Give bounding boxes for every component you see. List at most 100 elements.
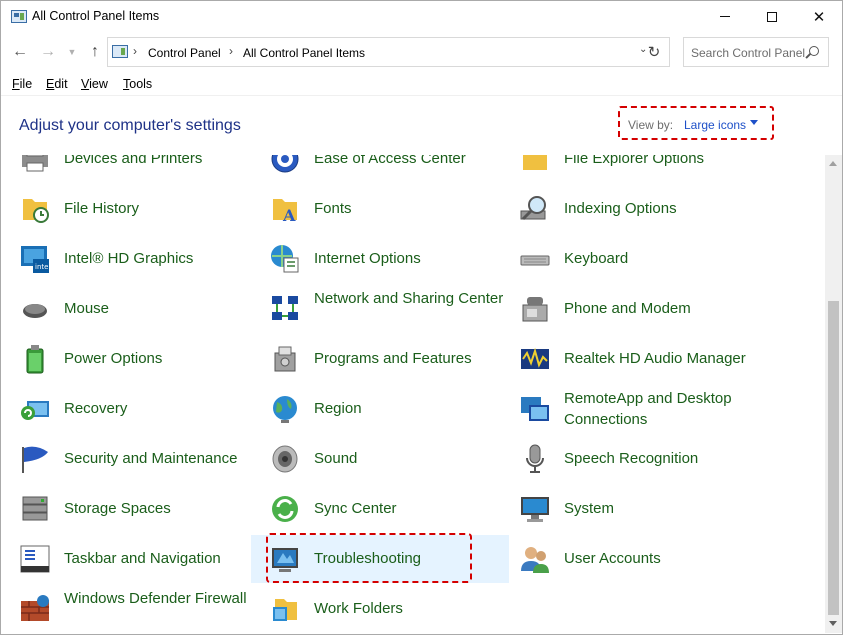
breadcrumb-separator-icon[interactable]: › — [229, 44, 233, 58]
users-icon — [521, 547, 549, 573]
item-devices-and-printers[interactable]: Devices and Printers — [1, 155, 241, 183]
search-input[interactable]: Search Control Panel — [691, 46, 805, 60]
svg-text:intel: intel — [35, 263, 50, 271]
breadcrumb-separator-icon[interactable]: › — [133, 44, 137, 58]
item-label: Programs and Features — [314, 350, 472, 367]
menu-view-label: iew — [89, 77, 108, 91]
chevron-down-icon: ▼ — [67, 47, 77, 57]
item-security-and-maintenance[interactable]: Security and Maintenance — [1, 435, 241, 483]
control-panel-icon — [112, 45, 128, 58]
item-label: Speech Recognition — [564, 450, 699, 467]
control-panel-icon — [11, 10, 27, 23]
item-sound[interactable]: Sound — [251, 435, 491, 483]
item-label: Taskbar and Navigation — [64, 550, 221, 567]
refresh-icon: ↻ — [647, 44, 661, 61]
storage-icon — [22, 496, 48, 521]
item-label: Sound — [314, 450, 358, 467]
sync-icon — [272, 496, 298, 522]
breadcrumb-control-panel[interactable]: Control Panel — [148, 46, 221, 60]
scroll-up-icon[interactable] — [829, 161, 837, 166]
item-label: Storage Spaces — [64, 500, 171, 517]
network-icon — [272, 296, 298, 320]
item-region[interactable]: Region — [251, 385, 491, 433]
item-label: Devices and Printers — [64, 155, 203, 167]
maximize-button[interactable] — [749, 1, 795, 32]
search-icon[interactable] — [809, 46, 819, 56]
vertical-scrollbar[interactable] — [825, 155, 842, 633]
work-folders-icon — [273, 599, 297, 621]
battery-icon — [26, 345, 44, 374]
caret-down-icon[interactable] — [750, 120, 758, 125]
menu-file[interactable]: File — [12, 77, 32, 91]
item-file-explorer-options[interactable]: File Explorer Options — [501, 155, 741, 183]
scrollbar-thumb[interactable] — [828, 301, 839, 615]
phone-icon — [522, 297, 548, 322]
keyboard-icon — [520, 255, 550, 266]
item-network-and-sharing-center[interactable]: Network and Sharing Center — [251, 285, 503, 333]
item-taskbar-and-navigation[interactable]: Taskbar and Navigation — [1, 535, 241, 583]
item-remoteapp-and-desktop-connections[interactable]: RemoteApp and Desktop Connections — [501, 385, 741, 433]
item-programs-and-features[interactable]: Programs and Features — [251, 335, 491, 383]
view-by-dropdown[interactable]: Large icons — [684, 118, 746, 132]
item-recovery[interactable]: Recovery — [1, 385, 241, 433]
item-speech-recognition[interactable]: Speech Recognition — [501, 435, 741, 483]
menu-tools[interactable]: Tools — [123, 77, 152, 91]
item-user-accounts[interactable]: User Accounts — [501, 535, 741, 583]
item-label: Work Folders — [314, 600, 403, 617]
close-button[interactable]: ✕ — [796, 1, 842, 32]
item-label: Intel® HD Graphics — [64, 250, 194, 267]
item-label: Fonts — [314, 200, 352, 217]
scroll-down-icon[interactable] — [829, 621, 837, 626]
control-panel-window: All Control Panel Items ✕ ← → ▼ ↑ › Cont… — [0, 0, 843, 635]
item-phone-and-modem[interactable]: Phone and Modem — [501, 285, 741, 333]
recovery-icon — [21, 401, 49, 420]
troubleshooting-annotation — [266, 533, 472, 583]
item-ease-of-access-center[interactable]: Ease of Access Center — [251, 155, 491, 183]
up-button[interactable]: ↑ — [85, 40, 105, 64]
item-power-options[interactable]: Power Options — [1, 335, 241, 383]
item-label: File History — [64, 200, 140, 217]
printer-icon — [22, 155, 48, 172]
refresh-button[interactable]: ↻ — [639, 37, 670, 67]
item-fonts[interactable]: A Fonts — [251, 185, 491, 233]
item-mouse[interactable]: Mouse — [1, 285, 241, 333]
item-sync-center[interactable]: Sync Center — [251, 485, 491, 533]
menu-tools-label: ools — [129, 77, 153, 91]
menu-file-accel: F — [12, 77, 20, 91]
item-label: Ease of Access Center — [314, 155, 466, 167]
item-keyboard[interactable]: Keyboard — [501, 235, 741, 283]
close-icon: ✕ — [812, 8, 826, 26]
page-title: Adjust your computer's settings — [19, 117, 241, 134]
item-realtek-hd-audio-manager[interactable]: Realtek HD Audio Manager — [501, 335, 746, 383]
item-storage-spaces[interactable]: Storage Spaces — [1, 485, 241, 533]
recent-locations-button[interactable]: ▼ — [65, 40, 79, 64]
menu-view[interactable]: View — [81, 77, 108, 91]
globe-icon — [273, 396, 297, 423]
ease-of-access-icon — [271, 155, 299, 173]
search-box[interactable]: Search Control Panel — [683, 37, 829, 67]
navigation-bar: ← → ▼ ↑ › Control Panel › All Control Pa… — [1, 36, 842, 68]
item-label: Windows Defender Firewall — [64, 590, 247, 607]
item-system[interactable]: System — [501, 485, 741, 533]
item-file-history[interactable]: File History — [1, 185, 241, 233]
minimize-button[interactable] — [702, 1, 748, 32]
item-intel-hd-graphics[interactable]: intel Intel® HD Graphics — [1, 235, 241, 283]
menu-edit[interactable]: Edit — [46, 77, 68, 91]
forward-button[interactable]: → — [37, 40, 59, 64]
back-button[interactable]: ← — [9, 40, 31, 64]
item-label: User Accounts — [564, 550, 661, 567]
view-by-control[interactable]: View by: Large icons — [618, 106, 774, 140]
arrow-right-icon: → — [40, 43, 56, 60]
item-windows-defender-firewall[interactable]: Windows Defender Firewall — [1, 585, 247, 633]
item-indexing-options[interactable]: Indexing Options — [501, 185, 741, 233]
view-by-label: View by: — [628, 118, 674, 132]
menu-bar: File Edit View Tools — [1, 74, 842, 94]
item-label: Phone and Modem — [564, 300, 691, 317]
breadcrumb-all-items[interactable]: All Control Panel Items — [243, 46, 365, 60]
item-label: Sync Center — [314, 500, 397, 517]
item-internet-options[interactable]: Internet Options — [251, 235, 491, 283]
address-bar[interactable]: › Control Panel › All Control Panel Item… — [107, 37, 670, 67]
item-label: Realtek HD Audio Manager — [564, 350, 746, 367]
item-work-folders[interactable]: Work Folders — [251, 585, 491, 633]
arrow-left-icon: ← — [12, 43, 28, 60]
